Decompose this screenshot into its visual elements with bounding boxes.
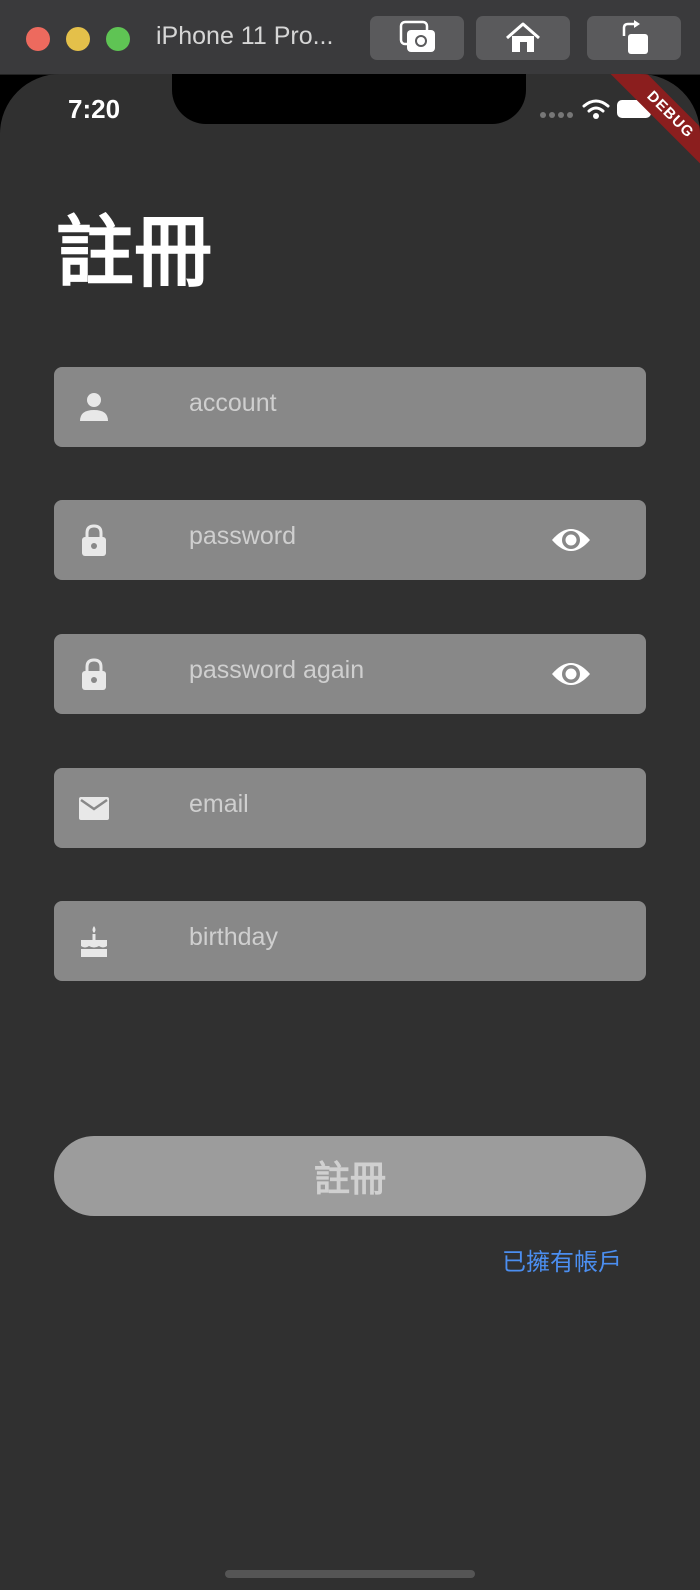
lock-icon [82, 524, 106, 556]
zoom-window-button[interactable] [106, 27, 130, 51]
status-time: 7:20 [68, 94, 121, 124]
app-screen: 7:20 DEBUG 註冊 account password password … [0, 74, 700, 1590]
birthday-placeholder: birthday [189, 923, 278, 951]
password-again-field[interactable]: password again [54, 634, 646, 714]
home-button[interactable] [476, 16, 570, 60]
simulator-window: iPhone 11 Pro... 7:20 DEBUG 註冊 account p… [0, 0, 700, 1590]
lock-icon [82, 658, 106, 690]
password-again-placeholder: password again [189, 656, 365, 684]
camera-icon [399, 20, 435, 52]
email-field[interactable]: email [54, 768, 646, 848]
home-indicator [225, 1570, 475, 1578]
password-placeholder: password [189, 522, 296, 550]
account-placeholder: account [189, 389, 277, 417]
birthday-field[interactable]: birthday [54, 901, 646, 981]
mail-icon [79, 797, 109, 820]
cake-icon [81, 926, 107, 957]
rotate-button[interactable] [587, 16, 681, 60]
screenshot-button[interactable] [370, 16, 464, 60]
window-title: iPhone 11 Pro... [156, 22, 334, 50]
visibility-toggle-icon[interactable] [551, 522, 591, 558]
account-field[interactable]: account [54, 367, 646, 447]
signal-icon [540, 112, 573, 118]
simulator-titlebar: iPhone 11 Pro... [0, 0, 700, 75]
device-notch [172, 74, 526, 124]
close-window-button[interactable] [26, 27, 50, 51]
minimize-window-button[interactable] [66, 27, 90, 51]
page-title: 註冊 [56, 208, 213, 298]
wifi-icon [582, 99, 610, 119]
email-placeholder: email [189, 790, 249, 818]
visibility-toggle-icon[interactable] [551, 656, 591, 692]
have-account-link[interactable]: 已擁有帳戶 [502, 1242, 622, 1277]
debug-banner: DEBUG [597, 74, 700, 188]
home-icon [506, 22, 540, 52]
rotate-icon [622, 20, 648, 54]
person-icon [80, 393, 108, 421]
password-field[interactable]: password [54, 500, 646, 580]
register-button[interactable]: 註冊 [54, 1136, 646, 1216]
